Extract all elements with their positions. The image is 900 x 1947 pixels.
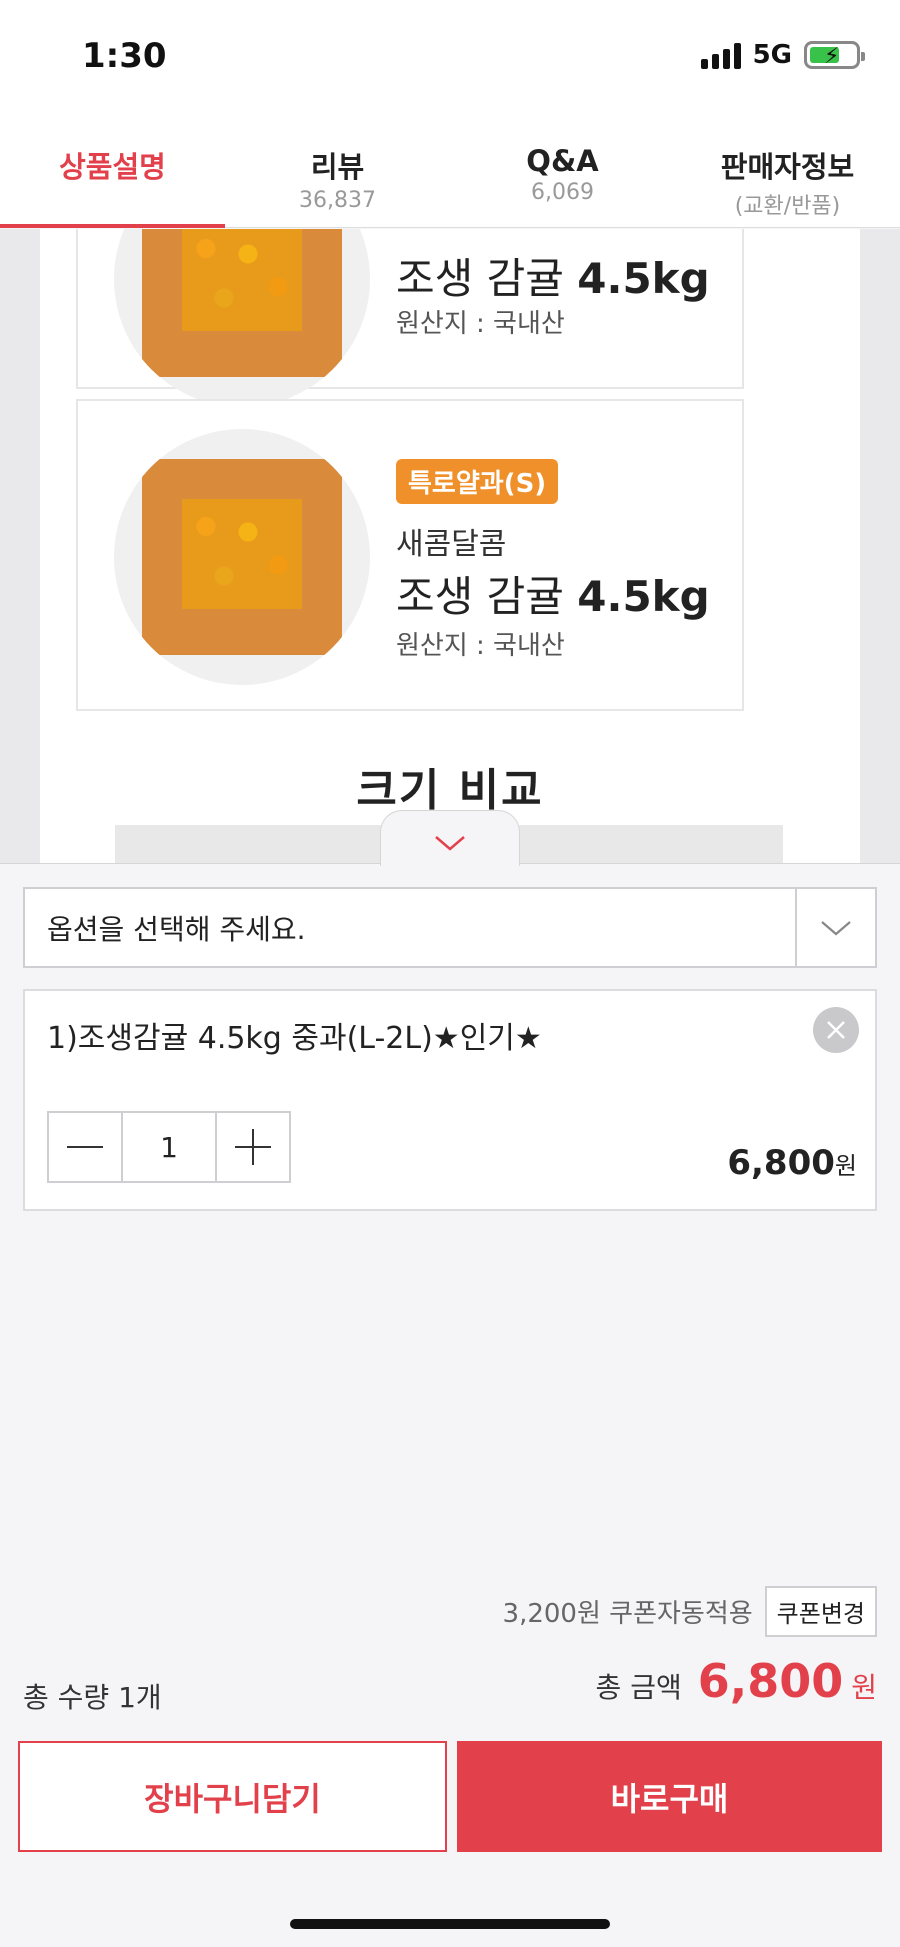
- minus-icon: [67, 1146, 103, 1148]
- card-subtitle: 새콤달콤: [396, 527, 507, 562]
- remove-option-button[interactable]: [813, 1007, 859, 1053]
- card-title: 조생 감귤 4.5kg: [396, 572, 710, 621]
- grade-tag: 특로얄과(S): [396, 459, 559, 504]
- add-to-cart-button[interactable]: 장바구니담기: [18, 1741, 447, 1852]
- battery-icon: ⚡: [804, 41, 865, 69]
- option-price: 6,800원: [727, 1143, 857, 1183]
- tab-review-count: 36,837: [299, 188, 376, 213]
- purchase-actions: 장바구니담기 바로구매: [18, 1741, 882, 1852]
- tangerine-box-image: [114, 229, 370, 407]
- quantity-value[interactable]: 1: [121, 1113, 217, 1181]
- tab-qna[interactable]: Q&A 6,069: [450, 120, 675, 227]
- change-coupon-button[interactable]: 쿠폰변경: [764, 1586, 877, 1637]
- status-bar: 1:30 5G ⚡: [0, 0, 900, 120]
- card-title: 조생 감귤 4.5kg: [396, 254, 710, 303]
- tab-label: 상품설명: [59, 150, 166, 184]
- product-description: 조생 감귤 4.5kg 원산지 : 국내산 특로얄과(S) 새콤달콤 조생 감귤…: [0, 229, 900, 863]
- increase-quantity-button[interactable]: [217, 1113, 289, 1181]
- product-tabs: 상품설명 리뷰 36,837 Q&A 6,069 판매자정보 (교환/반품): [0, 120, 900, 228]
- total-amount-value: 6,800: [697, 1654, 844, 1708]
- coupon-row: 3,200원 쿠폰자동적용 쿠폰변경: [503, 1586, 877, 1637]
- card-origin: 원산지 : 국내산: [396, 631, 565, 661]
- tab-reviews[interactable]: 리뷰 36,837: [225, 120, 450, 227]
- option-select[interactable]: 옵션을 선택해 주세요.: [23, 887, 877, 968]
- total-amount: 총 금액 6,800 원: [596, 1654, 877, 1708]
- product-card-2: 특로얄과(S) 새콤달콤 조생 감귤 4.5kg 원산지 : 국내산: [76, 399, 744, 711]
- chevron-down-icon: [435, 835, 465, 851]
- total-amount-unit: 원: [851, 1671, 877, 1704]
- signal-icon: [700, 41, 741, 69]
- network-label: 5G: [752, 40, 792, 70]
- status-time: 1:30: [82, 36, 167, 76]
- chevron-down-icon: [795, 889, 875, 966]
- card-origin: 원산지 : 국내산: [396, 309, 565, 339]
- plus-icon: [235, 1129, 271, 1165]
- option-sheet: 옵션을 선택해 주세요. 1)조생감귤 4.5kg 중과(L-2L)★인기★ 1…: [0, 810, 900, 1947]
- home-indicator[interactable]: [290, 1919, 610, 1929]
- tab-seller-info[interactable]: 판매자정보 (교환/반품): [675, 120, 900, 227]
- tab-label: Q&A: [526, 144, 599, 178]
- option-select-placeholder: 옵션을 선택해 주세요.: [47, 912, 306, 946]
- quantity-stepper: 1: [47, 1111, 291, 1183]
- tab-sub: (교환/반품): [734, 194, 841, 219]
- tab-description[interactable]: 상품설명: [0, 120, 225, 228]
- tab-label: 판매자정보: [720, 150, 855, 184]
- coupon-applied-text: 3,200원 쿠폰자동적용: [502, 1599, 753, 1629]
- close-icon: [827, 1021, 845, 1039]
- total-row: 총 수량 1개 총 금액 6,800 원: [23, 1654, 877, 1714]
- selected-option-name: 1)조생감귤 4.5kg 중과(L-2L)★인기★: [47, 1021, 542, 1056]
- collapse-sheet-button[interactable]: [380, 810, 520, 866]
- total-quantity: 총 수량 1개: [23, 1681, 162, 1714]
- size-compare-title: 크기 비교: [356, 765, 544, 816]
- buy-now-button[interactable]: 바로구매: [457, 1741, 882, 1852]
- selected-option: 1)조생감귤 4.5kg 중과(L-2L)★인기★ 1 6,800원: [23, 989, 877, 1211]
- tab-qna-count: 6,069: [531, 180, 594, 205]
- status-icons: 5G ⚡: [700, 40, 865, 70]
- total-amount-label: 총 금액: [595, 1671, 682, 1704]
- product-card-1: 조생 감귤 4.5kg 원산지 : 국내산: [76, 229, 744, 407]
- tangerine-box-image: [114, 429, 370, 685]
- decrease-quantity-button[interactable]: [49, 1113, 121, 1181]
- tab-label: 리뷰: [310, 150, 365, 184]
